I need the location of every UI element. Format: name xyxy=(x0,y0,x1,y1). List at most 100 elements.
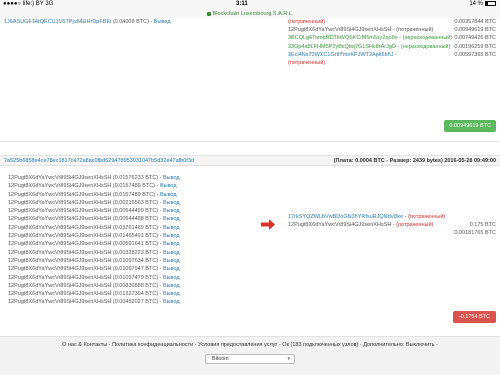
tx2-output-status: (потраченный) xyxy=(408,214,446,220)
tx2-input-link[interactable]: Вывод xyxy=(160,183,177,189)
tx2-input-amount: (0.00544499 BTC) - xyxy=(111,208,164,215)
currency-value: Bitcoin xyxy=(212,356,229,362)
tx2-hash[interactable]: 7a525b6858e4ce78ec1817c472a8ac0fbd62947d… xyxy=(4,156,194,166)
tx2-input-amount: (0.00591641 BTC) - xyxy=(111,241,164,248)
tx2-input-row: 12Pugt8X6dYaYwcVr89Si4GJ9senXHsSH (0.008… xyxy=(8,282,248,290)
tx2-output-amount: 0.175 BTC xyxy=(469,222,496,229)
tx2-input-address[interactable]: 12Pugt8X6dYaYwcVr89Si4GJ9senXHsSH xyxy=(8,225,111,231)
tx2-input-link[interactable]: Вывод xyxy=(163,216,180,222)
battery-icon xyxy=(485,1,496,6)
carrier-signal: ●●●●○ life:) BY 3G xyxy=(3,1,54,7)
tx2-input-link[interactable]: Вывод xyxy=(163,208,180,214)
tx2-input-amount: (0.00544488 BTC) - xyxy=(111,216,164,223)
tx2-input-address[interactable]: 12Pugt8X6dYaYwcVr89Si4GJ9senXHsSH xyxy=(8,250,111,256)
tx2-input-link[interactable]: Вывод xyxy=(163,250,180,256)
tx2-output-row: 0.00181765 BTC xyxy=(288,229,496,237)
tx2-input-address[interactable]: 12Pugt8X6dYaYwcVr89Si4GJ9senXHsSH xyxy=(8,233,111,239)
tx2-input-amount: (0.0157489 BTC) - xyxy=(111,191,160,198)
tx2-input-link[interactable]: Вывод xyxy=(163,200,180,206)
battery-percent: 14 % xyxy=(469,1,483,8)
arrow-right-icon xyxy=(270,18,288,38)
tx2-input-address[interactable]: 12Pugt8X6dYaYwcVr89Si4GJ9senXHsSH xyxy=(8,192,111,198)
tx2-input-row: 12Pugt8X6dYaYwcVr89Si4GJ9senXHsSH (0.015… xyxy=(8,191,248,199)
footer: О нас & Контакты - Политика конфиденциал… xyxy=(0,336,500,375)
tx2-input-row: 12Pugt8X6dYaYwcVr89Si4GJ9senXHsSH (0.010… xyxy=(8,257,248,265)
tx2-input-address[interactable]: 12Pugt8X6dYaYwcVr89Si4GJ9senXHsSH xyxy=(8,216,111,222)
tx2-input-link[interactable]: Вывод xyxy=(163,258,180,264)
tx1-output-amount: 0.00597355 BTC xyxy=(454,51,496,58)
status-bar: ●●●●○ life:) BY 3G 3:11 14 % xyxy=(0,0,500,10)
tx2-input-amount: (0.01576233 BTC) - xyxy=(111,175,164,181)
tx2-input-row: 12Pugt8X6dYaYwcVr89Si4GJ9senXHsSH (0.005… xyxy=(8,207,248,215)
transaction-1: 1J6ASUGF14rQECU1V6TPjv64UHrDpFBEi (0.040… xyxy=(0,18,500,142)
tx2-output-address[interactable]: 17rkSYQZWLbVwBDoGN3hYRfsuRJQNdvDke xyxy=(288,214,403,220)
tx2-input-amount: (0.00328223 BTC) - xyxy=(111,249,164,256)
currency-select[interactable]: Bitcoin ▾ xyxy=(205,354,295,364)
tx2-input-row: 12Pugt8X6dYaYwcVr89Si4GJ9senXHsSH (0.005… xyxy=(8,215,248,223)
tx1-output-text[interactable]: (потраченный) xyxy=(288,19,325,25)
tx2-input-address[interactable]: 12Pugt8X6dYaYwcVr89Si4GJ9senXHsSH xyxy=(8,208,111,214)
lock-icon xyxy=(206,11,211,16)
tx2-input-amount: (0.01097947 BTC) - xyxy=(111,266,164,273)
tx1-output-amount: 0.00949619 BTC xyxy=(454,27,496,34)
tx1-outputs: (потраченный) 0.00357844 BTC 12Pugt8X6dYaY… xyxy=(288,18,496,67)
tx2-input-link[interactable]: Вывод xyxy=(163,266,180,272)
footer-links[interactable]: О нас & Контакты - Политика конфиденциал… xyxy=(0,342,500,348)
tx2-input-row: 12Pugt8X6dYaYwcVr89Si4GJ9senXHsSH (0.004… xyxy=(8,298,248,306)
tx2-inputs: 12Pugt8X6dYaYwcVr89Si4GJ9senXHsSH (0.015… xyxy=(8,174,248,307)
tx1-output-amount: 0.00357844 BTC xyxy=(454,19,496,25)
tx1-output-text[interactable]: 33Gp4a8LFHM5P2yBcQbq7G1SHc8rArJgD - (нер… xyxy=(288,44,450,50)
tx2-meta: (Плата: 0.0004 BTC - Размер: 2439 bytes)… xyxy=(333,158,496,164)
tx1-input-address[interactable]: 1J6ASUGF14rQECU1V6TPjv64UHrDpFBEi xyxy=(4,19,111,25)
tx2-input-link[interactable]: Вывод xyxy=(160,192,177,198)
tx2-input-row: 12Pugt8X6dYaYwcVr89Si4GJ9senXHsSH (0.012… xyxy=(8,290,248,298)
site-name: Blockchain Luxembourg S.A.R.L. xyxy=(212,11,294,17)
tx1-input-link[interactable]: Вывод xyxy=(154,19,171,25)
tx2-input-row: 12Pugt8X6dYaYwcVr89Si4GJ9senXHsSH (0.005… xyxy=(8,240,248,248)
tx2-input-amount: (0.00452027 BTC) - xyxy=(111,299,164,306)
tx1-output-row: 3Eci4Nx73WXC1Grtt7meKPJWT2Apk6bhJ - 0.005… xyxy=(288,51,496,59)
tx1-output-text[interactable]: (потраченный) xyxy=(288,60,325,66)
arrow-right-icon xyxy=(261,219,275,230)
tx2-output-address[interactable]: 12Pugt8X6dYaYwcVr89Si4GJ9senXHsSH xyxy=(288,222,391,228)
tx2-input-address[interactable]: 12Pugt8X6dYaYwcVr89Si4GJ9senXHsSH xyxy=(8,183,111,189)
tx2-input-link[interactable]: Вывод xyxy=(163,241,180,247)
tx2-input-address[interactable]: 12Pugt8X6dYaYwcVr89Si4GJ9senXHsSH xyxy=(8,241,111,247)
tx2-input-address[interactable]: 12Pugt8X6dYaYwcVr89Si4GJ9senXHsSH xyxy=(8,275,111,281)
tx2-input-amount: (0.01465491 BTC) - xyxy=(111,233,164,240)
tx1-output-row: (потраченный) xyxy=(288,59,496,67)
tx2-input-address[interactable]: 12Pugt8X6dYaYwcVr89Si4GJ9senXHsSH xyxy=(8,299,111,305)
tx2-input-amount: (0.01097479 BTC) - xyxy=(111,274,164,281)
tx2-input-amount: (0.0157489 BTC) - xyxy=(111,183,160,190)
tx1-output-row: 3BCQLg6TompRDTkWQSKCiM5m5sy2qo6o - (нера… xyxy=(288,34,496,42)
tx2-input-row: 12Pugt8X6dYaYwcVr89Si4GJ9senXHsSH (0.015… xyxy=(8,174,248,182)
tx2-total-button[interactable]: -0.1754 BTC xyxy=(452,311,496,323)
tx2-input-link[interactable]: Вывод xyxy=(163,275,180,281)
tx2-input-link[interactable]: Вывод xyxy=(163,291,180,297)
tx2-input-address[interactable]: 12Pugt8X6dYaYwcVr89Si4GJ9senXHsSH xyxy=(8,291,111,297)
tx1-output-text[interactable]: 3Eci4Nx73WXC1Grtt7meKPJWT2Apk6bhJ - xyxy=(288,52,397,58)
tx2-output-amount: 0.00181765 BTC xyxy=(454,230,496,237)
tx2-input-row: 12Pugt8X6dYaYwcVr89Si4GJ9senXHsSH (0.014… xyxy=(8,232,248,240)
tx1-total-button[interactable]: 0.00949619 BTC xyxy=(444,120,496,132)
tx2-input-link[interactable]: Вывод xyxy=(163,175,180,181)
tx2-input-link[interactable]: Вывод xyxy=(163,225,180,231)
tx2-input-address[interactable]: 12Pugt8X6dYaYwcVr89Si4GJ9senXHsSH xyxy=(8,175,111,181)
tx2-input-address[interactable]: 12Pugt8X6dYaYwcVr89Si4GJ9senXHsSH xyxy=(8,266,111,272)
tx1-output-text[interactable]: 12Pugt8X6dYaYwcVr89Si4GJ9senXHsSH - (пот… xyxy=(288,27,433,33)
tx2-input-address[interactable]: 12Pugt8X6dYaYwcVr89Si4GJ9senXHsSH xyxy=(8,258,111,264)
tx2-input-address[interactable]: 12Pugt8X6dYaYwcVr89Si4GJ9senXHsSH xyxy=(8,200,111,206)
tx2-input-row: 12Pugt8X6dYaYwcVr89Si4GJ9senXHsSH (0.015… xyxy=(8,182,248,190)
tx2-input-link[interactable]: Вывод xyxy=(163,233,180,239)
tx2-output-row: 12Pugt8X6dYaYwcVr89Si4GJ9senXHsSH - (пот… xyxy=(288,222,496,229)
tx2-header: 7a525b6858e4ce78ec1817c472a8ac0fbd62947d… xyxy=(0,155,500,166)
tx2-input-link[interactable]: Вывод xyxy=(163,299,180,305)
tx2-input-address[interactable]: 12Pugt8X6dYaYwcVr89Si4GJ9senXHsSH xyxy=(8,283,111,289)
tx1-input: 1J6ASUGF14rQECU1V6TPjv64UHrDpFBEi (0.040… xyxy=(4,19,171,25)
url-bar[interactable]: Blockchain Luxembourg S.A.R.L. xyxy=(0,10,500,18)
tx2-input-link[interactable]: Вывод xyxy=(163,283,180,289)
tx1-output-text[interactable]: 3BCQLg6TompRDTkWQSKCiM5m5sy2qo6o - (нера… xyxy=(288,35,452,41)
tx2-outputs: 17rkSYQZWLbVwBDoGN3hYRfsuRJQNdvDke - (по… xyxy=(288,213,496,238)
tx2-input-row: 12Pugt8X6dYaYwcVr89Si4GJ9senXHsSH (0.003… xyxy=(8,249,248,257)
tx1-output-amount: 0.00196259 BTC xyxy=(454,43,496,50)
